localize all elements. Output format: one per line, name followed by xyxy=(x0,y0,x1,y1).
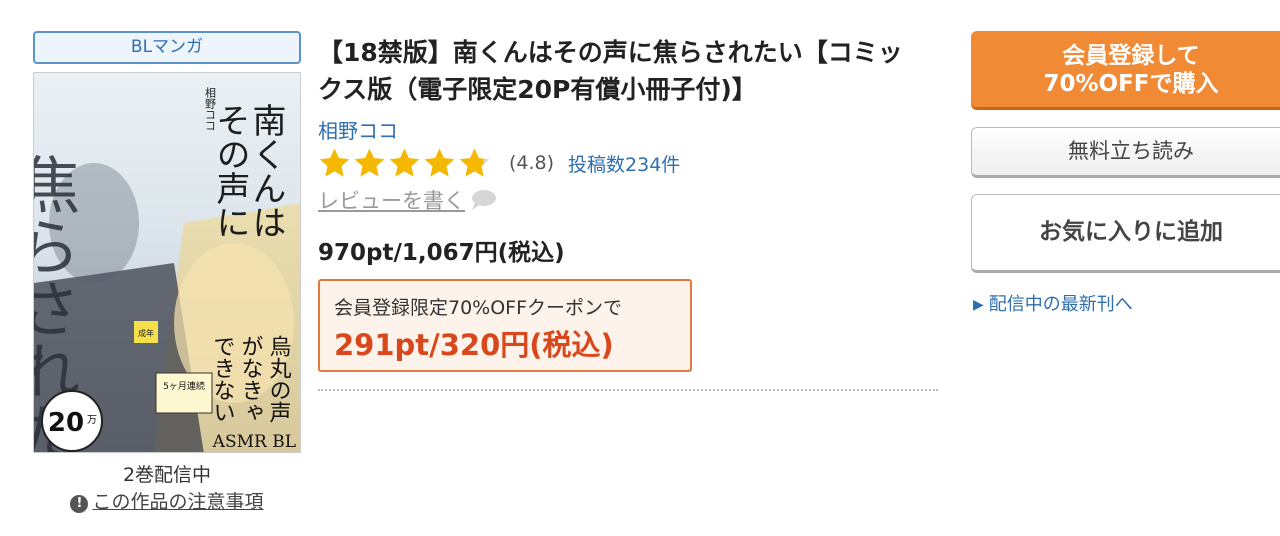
rating-value: (4.8) xyxy=(509,152,555,174)
rating-row: (4.8) 投稿数234件 xyxy=(318,145,680,181)
book-cover[interactable]: 焦らされたい 南くんは その声に 相野ココ 成年 烏丸の声 がなきゃ できない … xyxy=(33,72,301,453)
cover-tagline-2: がなきゃ xyxy=(238,335,263,423)
triangle-right-icon: ▶ xyxy=(973,297,984,313)
star-icon xyxy=(354,148,385,177)
buy-button-line2: 70%OFFで購入 xyxy=(1043,71,1219,97)
star-icon xyxy=(389,148,420,177)
speech-bubble-icon xyxy=(472,190,496,210)
cover-tagline-1: 烏丸の声 xyxy=(266,335,292,423)
notice-link-text: この作品の注意事項 xyxy=(92,491,264,513)
star-icon xyxy=(459,148,490,177)
cover-badge-count: 20 xyxy=(48,408,84,438)
buy-button-line1: 会員登録して xyxy=(1062,43,1200,69)
genre-tag[interactable]: BLマンガ xyxy=(33,31,301,64)
star-icon xyxy=(424,148,455,177)
author-link[interactable]: 相野ココ xyxy=(318,115,398,144)
free-sample-button[interactable]: 無料立ち読み xyxy=(971,127,1280,178)
coupon-price: 291pt/320円(税込) xyxy=(334,328,614,362)
latest-volume-label: 配信中の最新刊へ xyxy=(988,294,1133,315)
cover-asmr-text: ASMR BL xyxy=(212,432,296,452)
add-to-favorites-button[interactable]: お気に入りに追加 xyxy=(971,194,1280,273)
coupon-label: 会員登録限定70%OFFクーポンで xyxy=(334,297,623,319)
coupon-box: 会員登録限定70%OFFクーポンで 291pt/320円(税込) xyxy=(318,279,692,372)
product-title: 【18禁版】南くんはその声に焦らされたい【コミックス版（電子限定20P有償小冊子… xyxy=(318,38,903,104)
exclamation-icon: ! xyxy=(70,495,89,513)
divider xyxy=(318,389,938,391)
star-icon xyxy=(319,148,350,177)
cover-seinen-mark: 成年 xyxy=(138,328,154,338)
register-and-buy-button[interactable]: 会員登録して 70%OFFで購入 xyxy=(971,31,1280,110)
review-count-link[interactable]: 投稿数234件 xyxy=(568,150,680,177)
cover-badge-unit: 万 xyxy=(87,415,97,426)
star-rating xyxy=(318,147,493,180)
cover-title-vertical-1: 南くんは xyxy=(246,103,286,239)
write-review-link[interactable]: レビューを書く xyxy=(318,185,497,215)
price: 970pt/1,067円(税込) xyxy=(318,240,565,266)
cover-tagline-3: できない xyxy=(210,335,235,423)
latest-volume-link[interactable]: ▶ 配信中の最新刊へ xyxy=(973,290,1133,316)
cover-fair-badge: 5ヶ月連続 xyxy=(163,380,205,392)
volume-status: 2巻配信中 xyxy=(122,464,212,486)
cover-author-vertical: 相野ココ xyxy=(204,87,217,131)
write-review-label: レビューを書く xyxy=(318,189,465,213)
notice-link[interactable]: ! この作品の注意事項 xyxy=(33,487,301,514)
